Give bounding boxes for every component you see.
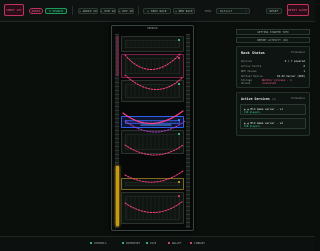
add-kvm-button[interactable]: + KVM 1U [100,8,116,14]
face-label: FACE [150,241,157,245]
tutorial-label: GETTING STARTED TUTO [257,30,289,34]
add-dev-label: + DEV 4U [118,9,134,13]
wallet-icon [168,242,170,244]
reset-alert-button[interactable]: RESET ALERT [287,4,309,16]
status-value: NetStor process · 4 connected [261,78,292,85]
patch-cables [122,52,186,213]
preset-select-value: Default [220,9,233,13]
wallet-label: WALLET [172,241,182,245]
active-services-title: Active Services (2) [241,97,276,101]
cable-purple [124,120,186,133]
bottom-bar [0,236,315,251]
inventory-icon [122,242,124,244]
controls-button[interactable]: CONTROLS [90,240,107,246]
services-badge: Probeable [290,97,305,100]
status-value: 1 [303,70,305,73]
status-value: 6 / 7 powered [284,60,305,63]
status-key: Devices [241,60,252,63]
service-players: 120 players [244,125,260,128]
reset-button[interactable]: RESET [266,8,282,14]
shortcut-button[interactable]: SHORT CUT [4,4,24,16]
active-services-panel: Active Services (2) Probeable ▲ ▲ Mid Ga… [236,92,310,136]
add-dev-button[interactable]: + DEV 4U [118,8,134,14]
library-button[interactable]: LIBRARY [190,240,205,246]
cable-pink [122,110,184,125]
audio-button[interactable]: AUDIO [29,8,43,14]
library-label: LIBRARY [194,241,205,245]
toolbar-divider [138,6,139,15]
add-audio-button[interactable]: + AUDIO 2U [78,8,98,14]
cable-pink [124,144,184,156]
services-count: (2) [271,98,277,101]
services-title-text: Active Services [241,97,270,101]
face-icon [146,242,148,244]
cable-pink [124,170,184,183]
tools-text: TOOL [204,9,212,13]
add-serv-rack-button[interactable]: + SERV RACK [143,8,171,14]
search-label: 3 SEARCH [48,9,64,13]
new-rack-button[interactable]: + NEW RACK [173,8,195,14]
controls-label: CONTROLS [94,241,107,245]
report-activity-button[interactable]: REPORT ACTIVITY (1D) [236,37,310,43]
inventory-button[interactable]: INVENTORY [122,240,140,246]
rack-status-panel: Rack Status Probeable Devices 6 / 7 powe… [236,46,310,88]
top-toolbar: SHORT CUT AUDIO 3 SEARCH + AUDIO 2U + KV… [0,0,315,22]
status-row-storage: Storage Unused NetStor process · 4 conne… [241,78,305,85]
library-icon [190,242,192,244]
preset-select[interactable]: Default ▾ [216,8,250,14]
status-value: 0 [303,65,305,68]
reset-label: RESET [269,9,279,13]
cable-pink [124,52,182,70]
service-item[interactable]: ▲ ▲ Mid Game server · v2 120 players [240,118,306,129]
tutorial-button[interactable]: GETTING STARTED TUTO [236,29,310,35]
add-serv-rack-label: + SERV RACK [147,9,167,13]
status-key: REP Issues [241,70,257,73]
cable-pink [124,74,184,90]
wallet-button[interactable]: WALLET [168,240,181,246]
audio-label: AUDIO [31,9,41,13]
rack-status-badge: Probeable [290,51,305,54]
toolbar-divider [72,6,73,15]
service-item[interactable]: ▲ ▲ Mid Game server · v1 110 players [240,104,306,115]
add-audio-label: + AUDIO 2U [79,9,97,13]
search-button[interactable]: 3 SEARCH [45,8,67,14]
add-kvm-label: + KVM 1U [100,9,116,13]
tools-label: TOOL [202,8,214,14]
report-activity-label: REPORT ACTIVITY (1D) [257,38,289,42]
cable-pink [124,200,184,213]
controls-icon [90,242,92,244]
rack-status-title: Rack Status [241,51,265,55]
status-key: Active Faults [241,65,262,68]
status-key: Storage Unused [241,78,252,85]
inventory-label: INVENTORY [126,241,141,245]
shortcut-label: SHORT CUT [6,8,22,12]
new-rack-label: + NEW RACK [175,9,193,13]
face-button[interactable]: FACE [146,240,156,246]
reset-alert-label: RESET ALERT [288,8,308,12]
chevron-down-icon: ▾ [245,9,247,13]
service-players: 110 players [244,111,260,114]
